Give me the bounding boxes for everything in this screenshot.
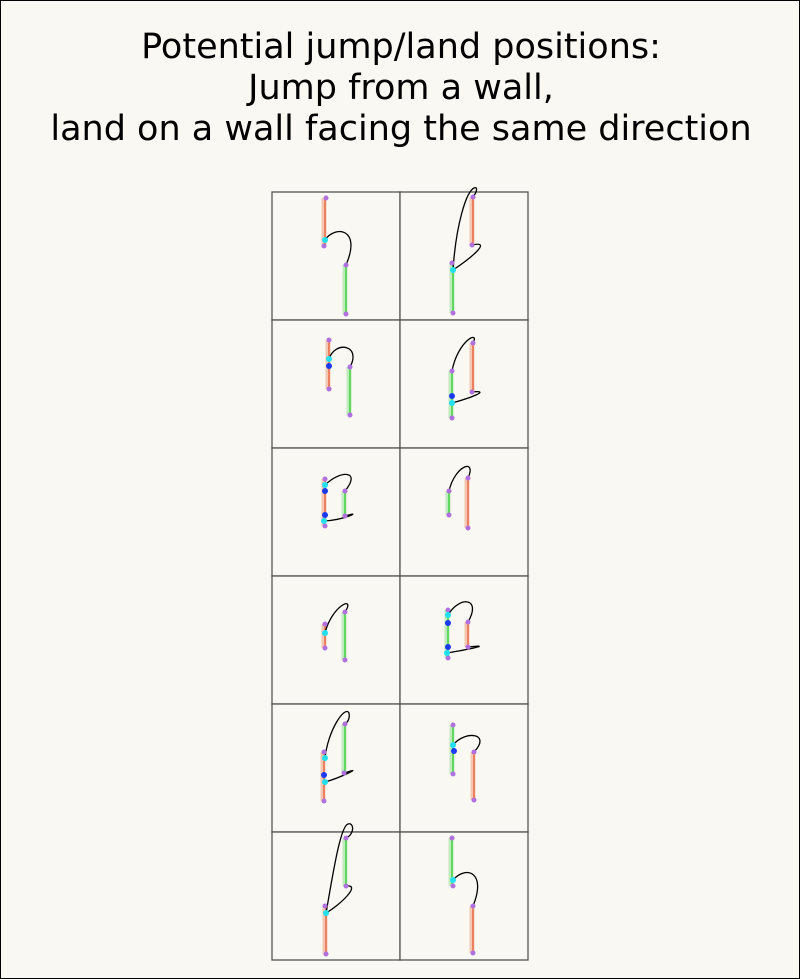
jump-grid: .cell{fill:#f9f8f2;stroke:#555;stroke-wi… [271, 186, 529, 961]
grid-cells [271, 191, 529, 961]
